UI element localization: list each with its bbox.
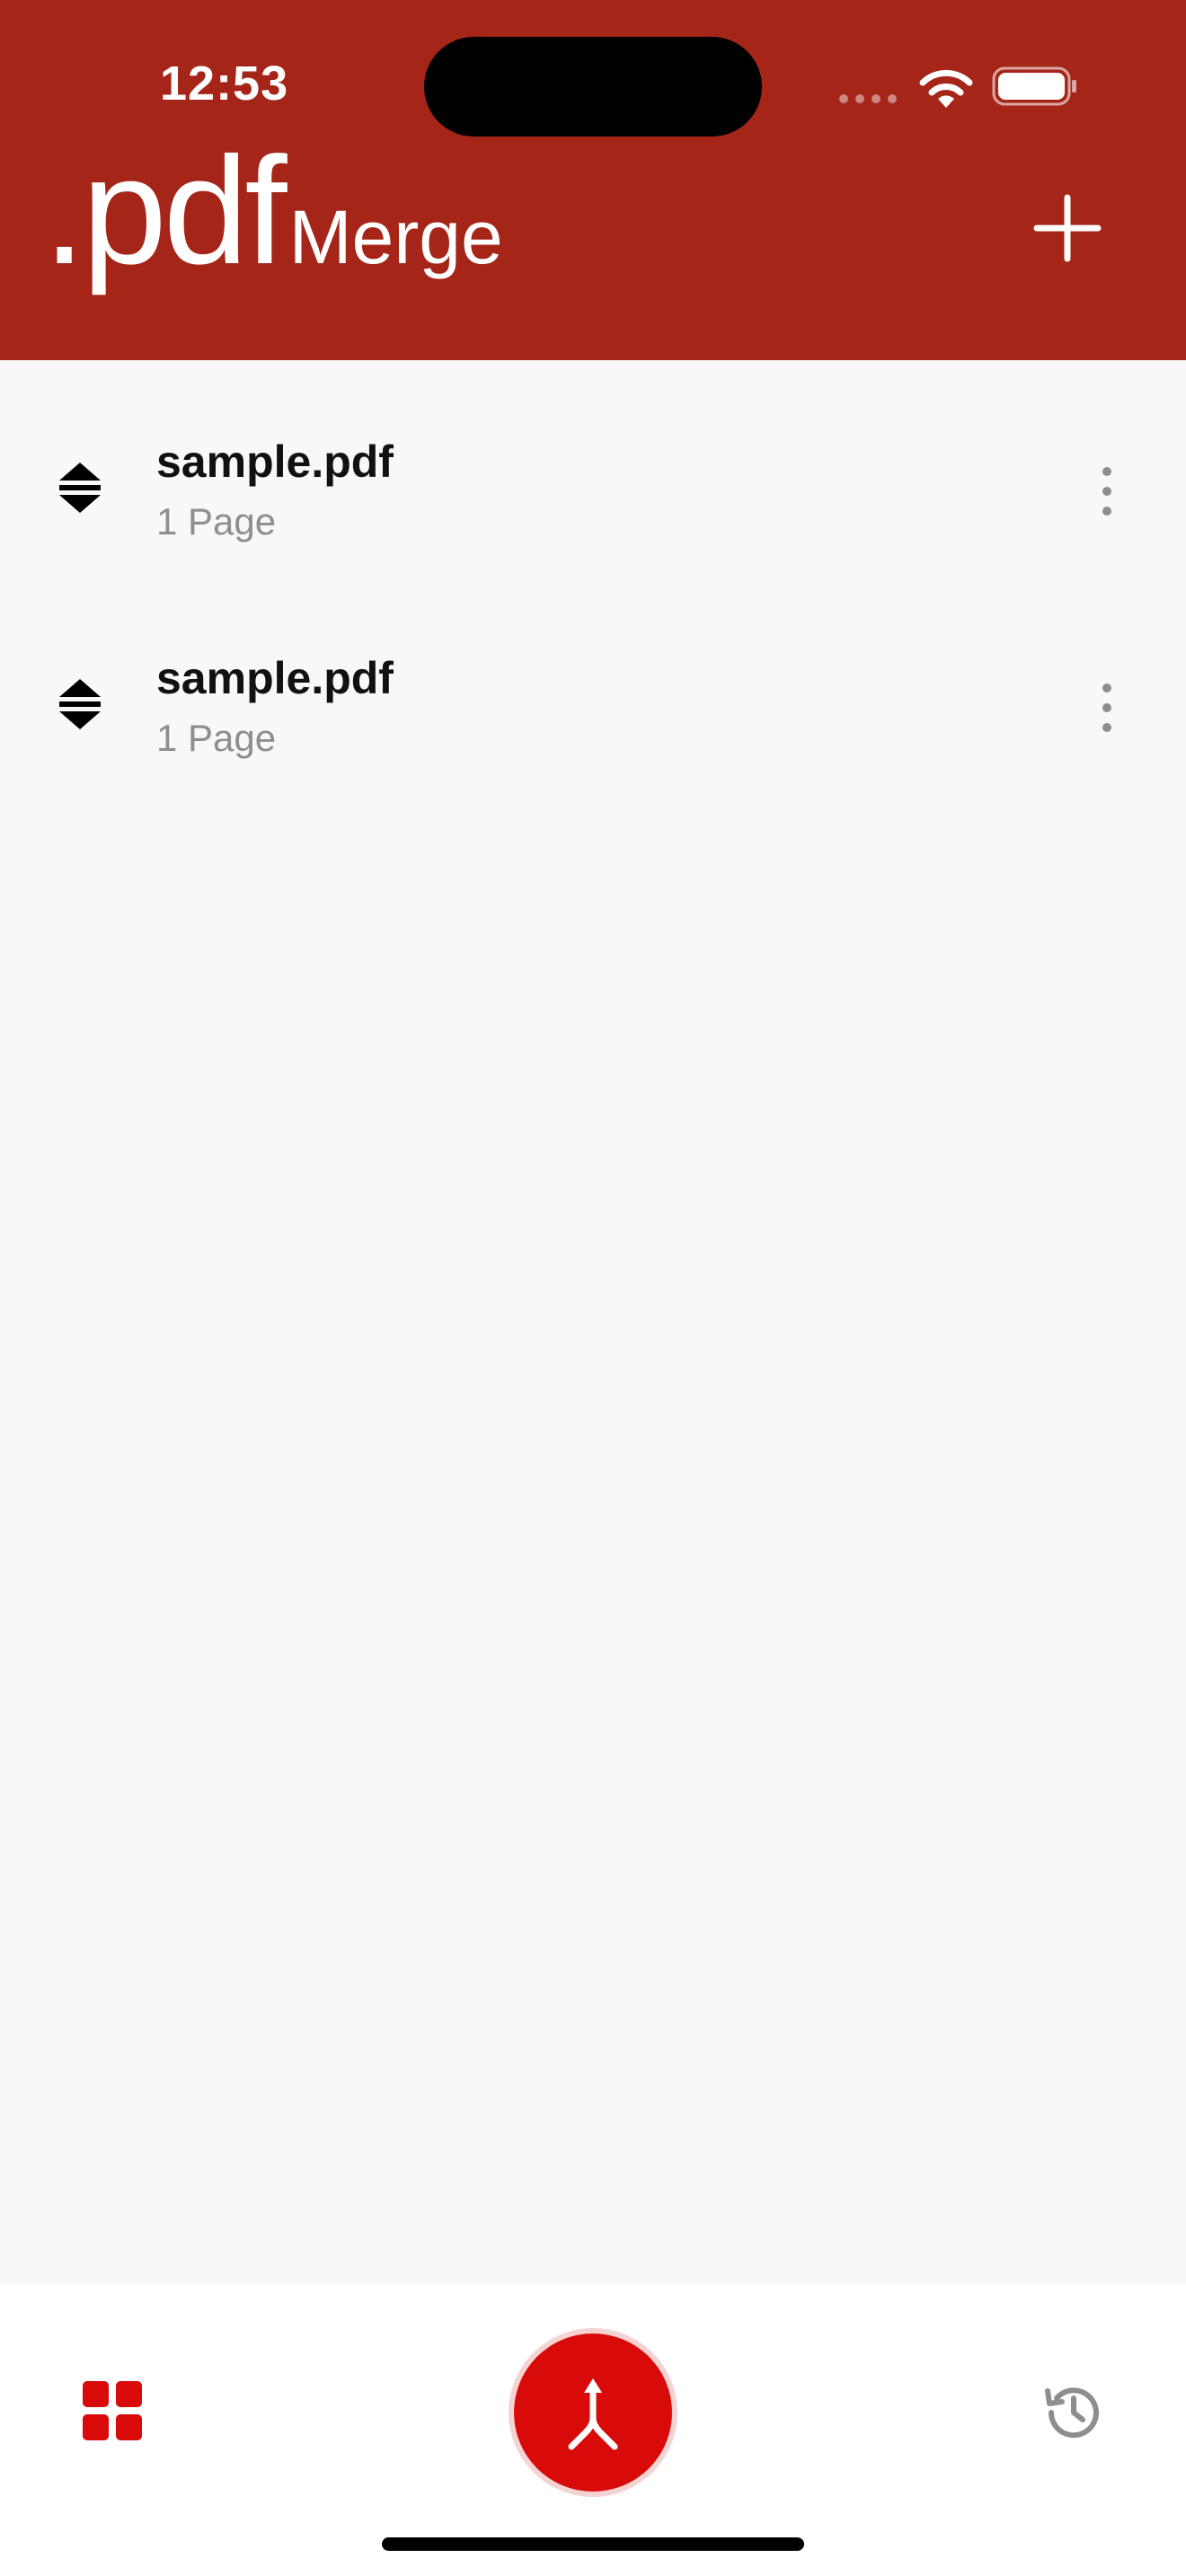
file-page-count: 1 Page — [156, 500, 277, 543]
add-file-button[interactable] — [1031, 192, 1103, 264]
home-indicator[interactable] — [382, 2537, 804, 2551]
app-logo: .pdf Merge — [43, 135, 503, 314]
logo-merge-text: Merge — [288, 195, 503, 279]
logo-pdf-text: .pdf — [43, 126, 288, 296]
file-list: sample.pdf 1 Page sample.pdf 1 Page — [0, 360, 1186, 793]
grid-icon[interactable] — [83, 2381, 142, 2440]
file-name: sample.pdf — [156, 437, 394, 487]
app-header: 12:53 .pdf Merge — [0, 0, 1186, 360]
battery-icon — [992, 66, 1076, 106]
list-item[interactable]: sample.pdf 1 Page — [0, 577, 1186, 793]
reorder-handle-icon[interactable] — [56, 675, 104, 733]
more-vertical-icon[interactable] — [1087, 464, 1127, 518]
status-time: 12:53 — [160, 57, 289, 110]
wifi-icon — [919, 69, 973, 108]
dynamic-island — [424, 37, 762, 137]
plus-icon — [1033, 194, 1102, 262]
list-item[interactable]: sample.pdf 1 Page — [0, 360, 1186, 577]
cellular-signal-icon — [839, 94, 897, 103]
merge-button[interactable] — [514, 2333, 672, 2492]
merge-icon — [568, 2378, 618, 2450]
more-vertical-icon[interactable] — [1087, 681, 1127, 735]
reorder-handle-icon[interactable] — [56, 459, 104, 516]
file-page-count: 1 Page — [156, 717, 277, 759]
bottom-toolbar — [0, 2283, 1186, 2576]
history-icon[interactable] — [1044, 2382, 1102, 2439]
file-name: sample.pdf — [156, 653, 394, 703]
